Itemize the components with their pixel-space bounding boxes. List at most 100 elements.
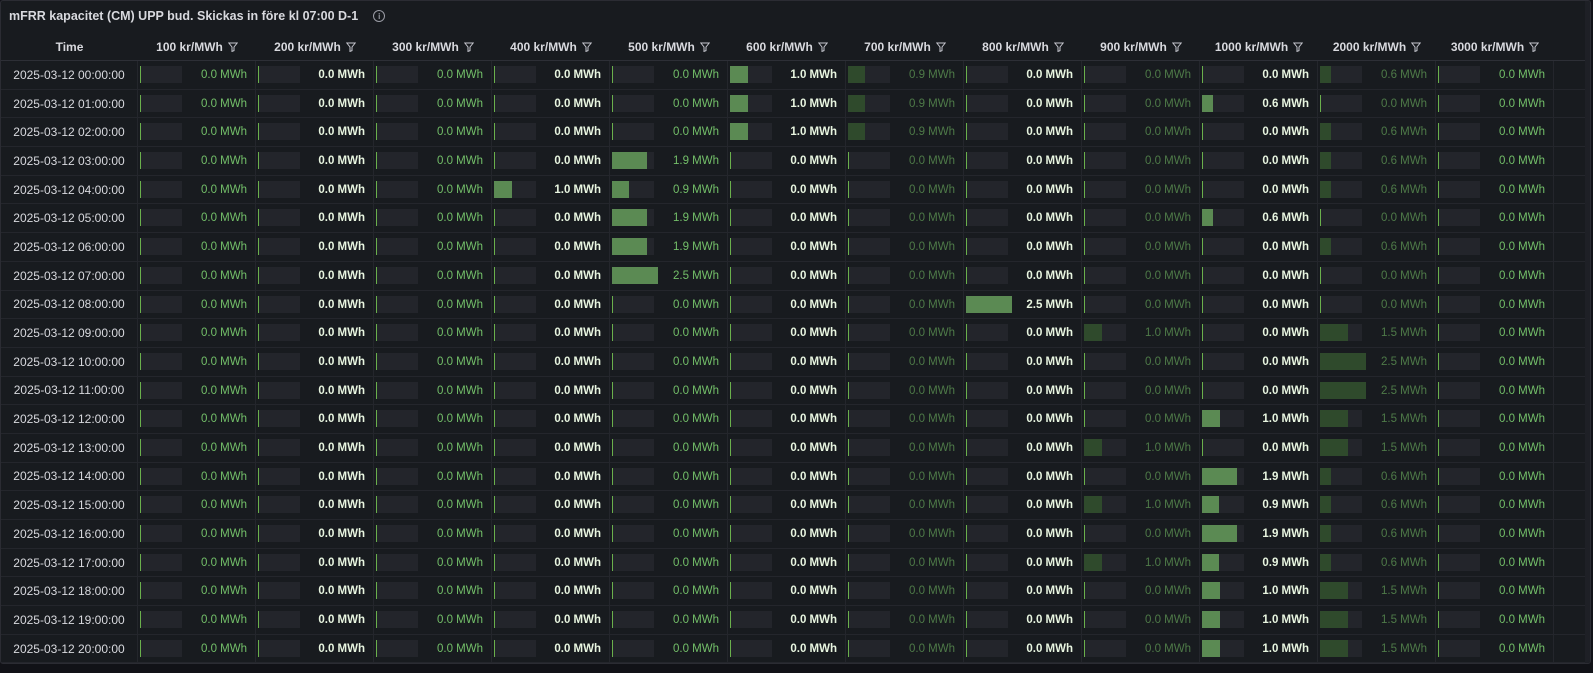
info-icon[interactable]: i [373, 10, 386, 22]
filter-icon[interactable] [699, 42, 710, 52]
bar-track [140, 352, 182, 370]
gauge-cell: 0.9 MWh [846, 118, 964, 147]
bar-track [494, 467, 536, 485]
gauge-cell: 0.0 MWh [728, 548, 846, 577]
bar-edge [140, 94, 141, 112]
time-cell: 2025-03-12 12:00:00 [1, 405, 138, 433]
filter-icon[interactable] [1411, 42, 1422, 52]
bar-track [612, 639, 654, 657]
time-cell: 2025-03-12 13:00:00 [1, 433, 138, 462]
scrollbar[interactable] [1585, 1, 1590, 663]
bar-edge [1084, 410, 1085, 428]
filter-icon[interactable] [935, 42, 946, 52]
bar-track [1202, 266, 1244, 284]
bar-fill [1084, 324, 1102, 342]
column-header-label: 100 kr/MWh [156, 39, 223, 54]
column-header[interactable]: 200 kr/MWh [256, 33, 374, 60]
bar-track [612, 94, 654, 112]
value-label: 0.0 MWh [200, 241, 247, 254]
bar-edge [494, 238, 495, 256]
column-header[interactable]: 3000 kr/MWh [1436, 33, 1554, 60]
bar-edge [1438, 438, 1439, 456]
value-label: 0.0 MWh [318, 441, 365, 454]
gauge-cell: 0.0 MWh [964, 233, 1082, 261]
value-label: 0.0 MWh [200, 69, 247, 81]
column-header[interactable]: 300 kr/MWh [374, 33, 492, 60]
bar-track [1084, 410, 1126, 428]
value-label: 1.5 MWh [1380, 441, 1427, 454]
filter-icon[interactable] [581, 42, 592, 52]
filter-icon[interactable] [1053, 42, 1064, 52]
gauge-cell: 0.0 MWh [492, 606, 610, 634]
gauge-cell: 0.0 MWh [728, 433, 846, 462]
gauge-cell: 0.0 MWh [964, 462, 1082, 491]
bar-track [376, 66, 418, 83]
bar-edge [730, 180, 731, 198]
filter-icon[interactable] [1171, 42, 1182, 52]
column-header[interactable]: 600 kr/MWh [728, 33, 846, 60]
value-label: 0.0 MWh [436, 413, 483, 426]
value-label: 0.0 MWh [200, 298, 247, 311]
column-header[interactable]: 2000 kr/MWh [1318, 33, 1436, 60]
gauge-cell: 0.0 MWh [256, 204, 374, 233]
value-label: 0.0 MWh [672, 413, 719, 426]
value-label: 0.0 MWh [1026, 413, 1073, 426]
value-label: 0.0 MWh [790, 183, 837, 196]
table-row: 2025-03-12 16:00:00 0.0 MWh 0.0 MWh 0.0 MWh… [1, 520, 1590, 549]
bar-edge [258, 238, 259, 256]
value-label: 0.0 MWh [200, 470, 247, 483]
bar-edge [494, 410, 495, 428]
gauge-cell: 0.0 MWh [374, 462, 492, 491]
gauge-cell: 0.0 MWh [1082, 61, 1200, 89]
column-header[interactable]: 500 kr/MWh [610, 33, 728, 60]
gauge-cell: 0.0 MWh [610, 118, 728, 147]
gauge-cell: 0.0 MWh [846, 462, 964, 491]
gauge-cell: 0.0 MWh [492, 290, 610, 319]
bar-track [494, 381, 536, 399]
bar-fill [1202, 553, 1219, 571]
bar-edge [1202, 324, 1203, 342]
bar-edge [1084, 352, 1085, 370]
filter-icon[interactable] [345, 42, 356, 52]
time-cell: 2025-03-12 18:00:00 [1, 577, 138, 606]
value-label: 1.5 MWh [1380, 642, 1427, 655]
value-label: 0.0 MWh [1498, 384, 1545, 397]
bar-edge [848, 582, 849, 600]
bar-track [730, 266, 772, 284]
value-label: 0.0 MWh [200, 212, 247, 225]
column-header[interactable]: 1000 kr/MWh [1200, 33, 1318, 60]
value-label: 0.0 MWh [790, 499, 837, 512]
bar-edge [612, 381, 613, 399]
bar-edge [258, 553, 259, 571]
gauge-cell: 0.0 MWh [138, 290, 256, 319]
gauge-cell: 0.0 MWh [1318, 261, 1436, 290]
filter-icon[interactable] [1529, 42, 1540, 52]
bar-edge [848, 438, 849, 456]
filter-icon[interactable] [227, 42, 238, 52]
column-header[interactable]: 400 kr/MWh [492, 33, 610, 60]
bar-edge [140, 525, 141, 542]
column-header[interactable]: 100 kr/MWh [138, 33, 256, 60]
column-header-time[interactable]: Time [1, 33, 138, 60]
bar-edge [494, 209, 495, 227]
column-header[interactable]: 700 kr/MWh [846, 33, 964, 60]
bar-edge [258, 209, 259, 227]
bar-edge [376, 352, 377, 370]
filter-icon[interactable] [1293, 42, 1304, 52]
bar-track [848, 209, 890, 227]
filter-icon[interactable] [817, 42, 828, 52]
gauge-cell: 0.9 MWh [846, 89, 964, 118]
time-cell: 2025-03-12 08:00:00 [1, 290, 138, 319]
bar-edge [1438, 238, 1439, 256]
value-label: 0.0 MWh [436, 212, 483, 225]
bar-edge [376, 553, 377, 571]
bar-track [966, 467, 1008, 485]
gauge-cell: 0.0 MWh [1082, 462, 1200, 491]
value-label: 0.0 MWh [1262, 241, 1309, 254]
filter-icon[interactable] [463, 42, 474, 52]
column-header[interactable]: 900 kr/MWh [1082, 33, 1200, 60]
bar-edge [140, 381, 141, 399]
value-label: 0.0 MWh [1262, 126, 1309, 139]
column-header[interactable]: 800 kr/MWh [964, 33, 1082, 60]
bar-edge [1438, 410, 1439, 428]
